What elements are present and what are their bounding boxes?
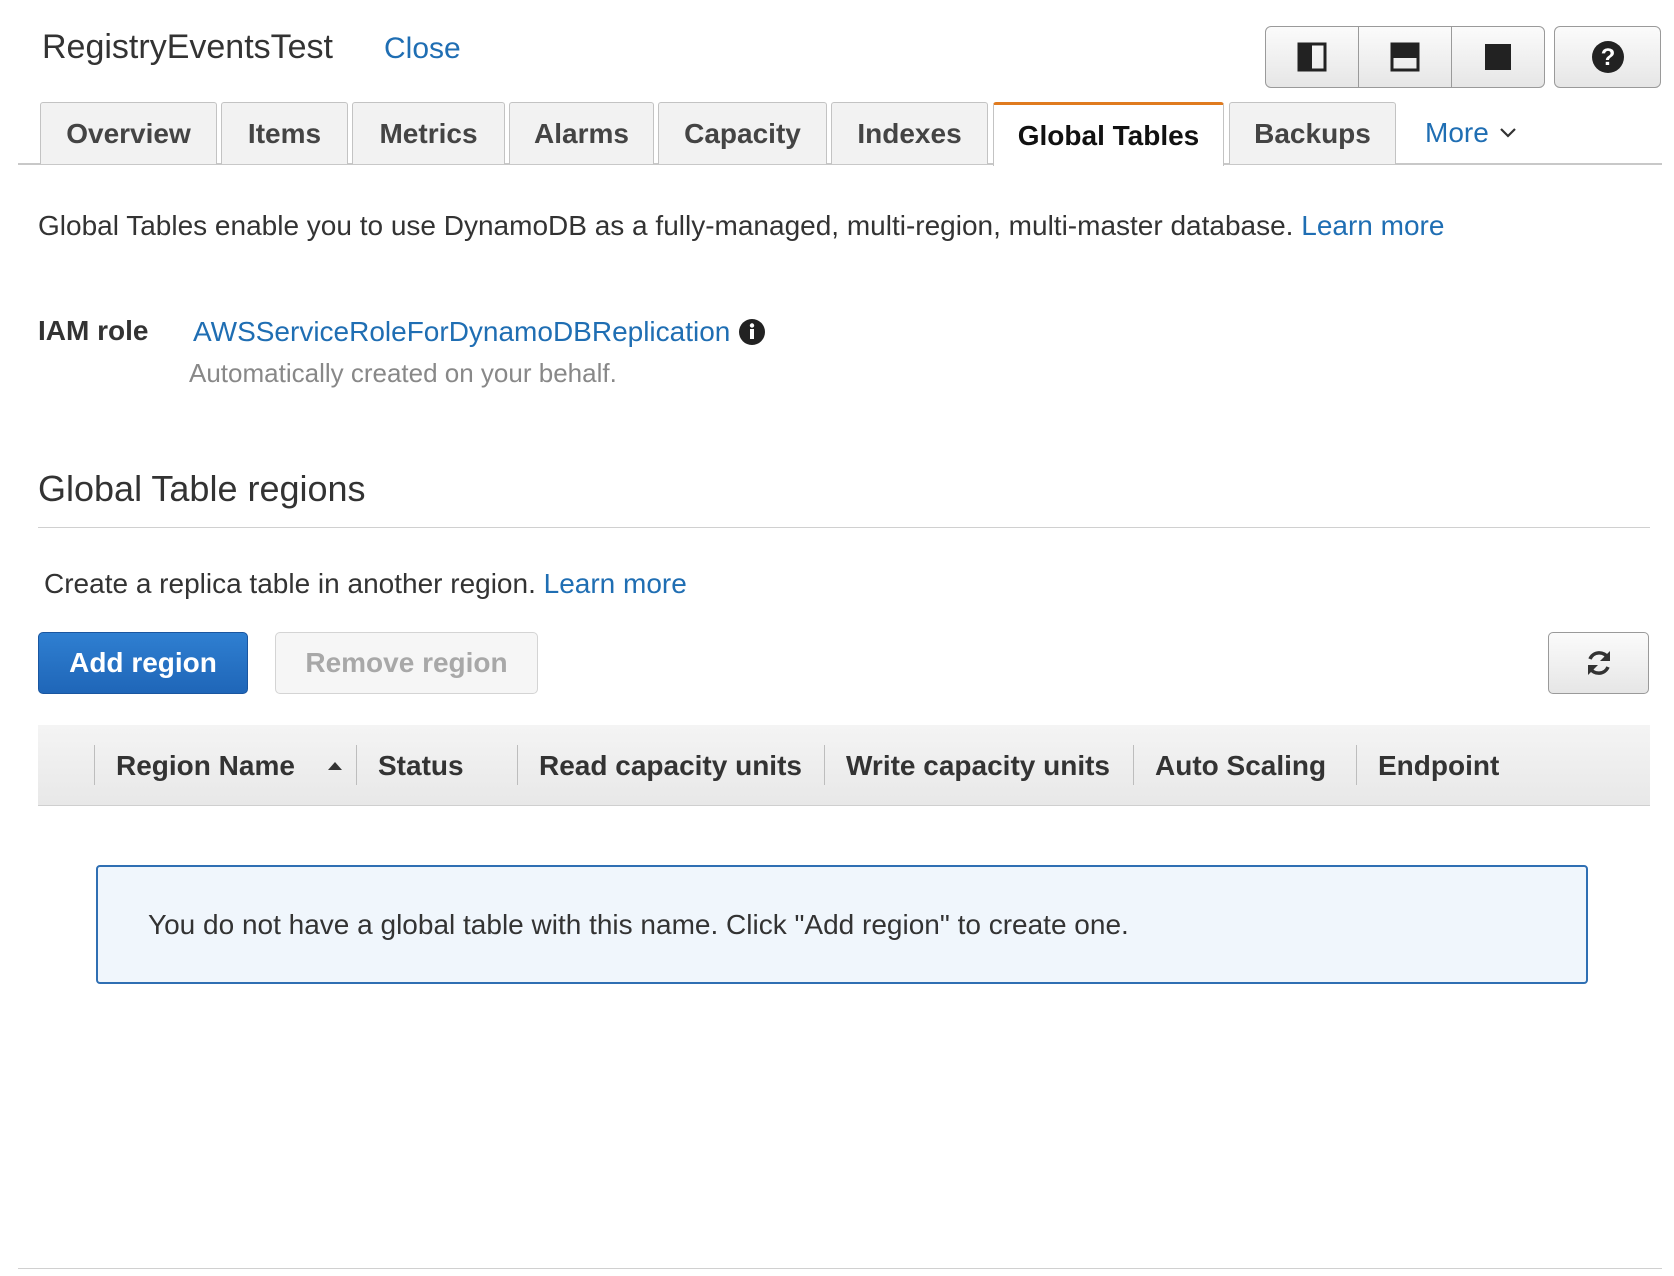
intro-text: Global Tables enable you to use DynamoDB…	[38, 210, 1294, 241]
tab-more[interactable]: More	[1425, 102, 1517, 164]
intro-learn-more-link[interactable]: Learn more	[1301, 210, 1444, 241]
sort-ascending-icon	[327, 761, 342, 770]
info-icon[interactable]	[738, 318, 766, 346]
tab-backups[interactable]: Backups	[1229, 102, 1396, 164]
regions-learn-more-link[interactable]: Learn more	[544, 568, 687, 599]
layout-full-icon	[1485, 44, 1511, 70]
layout-full-button[interactable]	[1451, 27, 1544, 87]
refresh-icon	[1587, 651, 1610, 675]
column-header-auto-scaling[interactable]: Auto Scaling	[1155, 725, 1326, 806]
tab-indexes[interactable]: Indexes	[831, 102, 988, 164]
column-header-label: Region Name	[116, 749, 295, 781]
chevron-down-icon	[1500, 128, 1516, 138]
regions-table-header: Region Name Status Read capacity units W…	[38, 725, 1650, 806]
column-separator	[356, 745, 357, 785]
iam-role-label: IAM role	[38, 315, 149, 346]
svg-text:?: ?	[1600, 44, 1615, 71]
intro-paragraph: Global Tables enable you to use DynamoDB…	[38, 210, 1444, 242]
layout-split-horizontal-icon	[1390, 42, 1420, 72]
column-separator	[94, 745, 95, 785]
column-header-write-capacity[interactable]: Write capacity units	[846, 725, 1110, 806]
layout-split-vertical-button[interactable]	[1266, 27, 1358, 87]
refresh-button[interactable]	[1548, 632, 1649, 694]
column-separator	[1133, 745, 1134, 785]
layout-split-vertical-icon	[1297, 42, 1327, 72]
empty-state-message: You do not have a global table with this…	[96, 865, 1588, 984]
iam-role: AWSServiceRoleForDynamoDBReplication	[193, 316, 766, 348]
column-separator	[1356, 745, 1357, 785]
remove-region-button: Remove region	[275, 632, 538, 694]
tab-alarms[interactable]: Alarms	[509, 102, 654, 164]
column-separator	[824, 745, 825, 785]
tab-overview[interactable]: Overview	[40, 102, 217, 164]
iam-role-link[interactable]: AWSServiceRoleForDynamoDBReplication	[193, 316, 730, 348]
layout-split-horizontal-button[interactable]	[1358, 27, 1451, 87]
close-link[interactable]: Close	[384, 32, 461, 66]
tab-metrics[interactable]: Metrics	[352, 102, 505, 164]
tab-more-label: More	[1425, 117, 1489, 148]
table-title: RegistryEventsTest	[42, 28, 333, 66]
tab-items[interactable]: Items	[221, 102, 348, 164]
add-region-button[interactable]: Add region	[38, 632, 248, 694]
bottom-divider	[18, 1268, 1662, 1269]
section-title: Global Table regions	[38, 468, 366, 509]
layout-toggle-group	[1265, 26, 1545, 88]
regions-description: Create a replica table in another region…	[44, 568, 687, 600]
column-header-endpoint[interactable]: Endpoint	[1378, 725, 1499, 806]
tab-global-tables[interactable]: Global Tables	[993, 102, 1224, 166]
section-divider	[38, 527, 1650, 528]
column-separator	[517, 745, 518, 785]
iam-role-subtext: Automatically created on your behalf.	[189, 358, 617, 388]
regions-description-text: Create a replica table in another region…	[44, 568, 536, 599]
help-icon: ?	[1591, 41, 1624, 73]
column-header-read-capacity[interactable]: Read capacity units	[539, 725, 802, 806]
column-header-region-name[interactable]: Region Name	[116, 725, 343, 806]
help-button[interactable]: ?	[1554, 26, 1661, 88]
column-header-status[interactable]: Status	[378, 725, 464, 806]
tab-capacity[interactable]: Capacity	[658, 102, 827, 164]
